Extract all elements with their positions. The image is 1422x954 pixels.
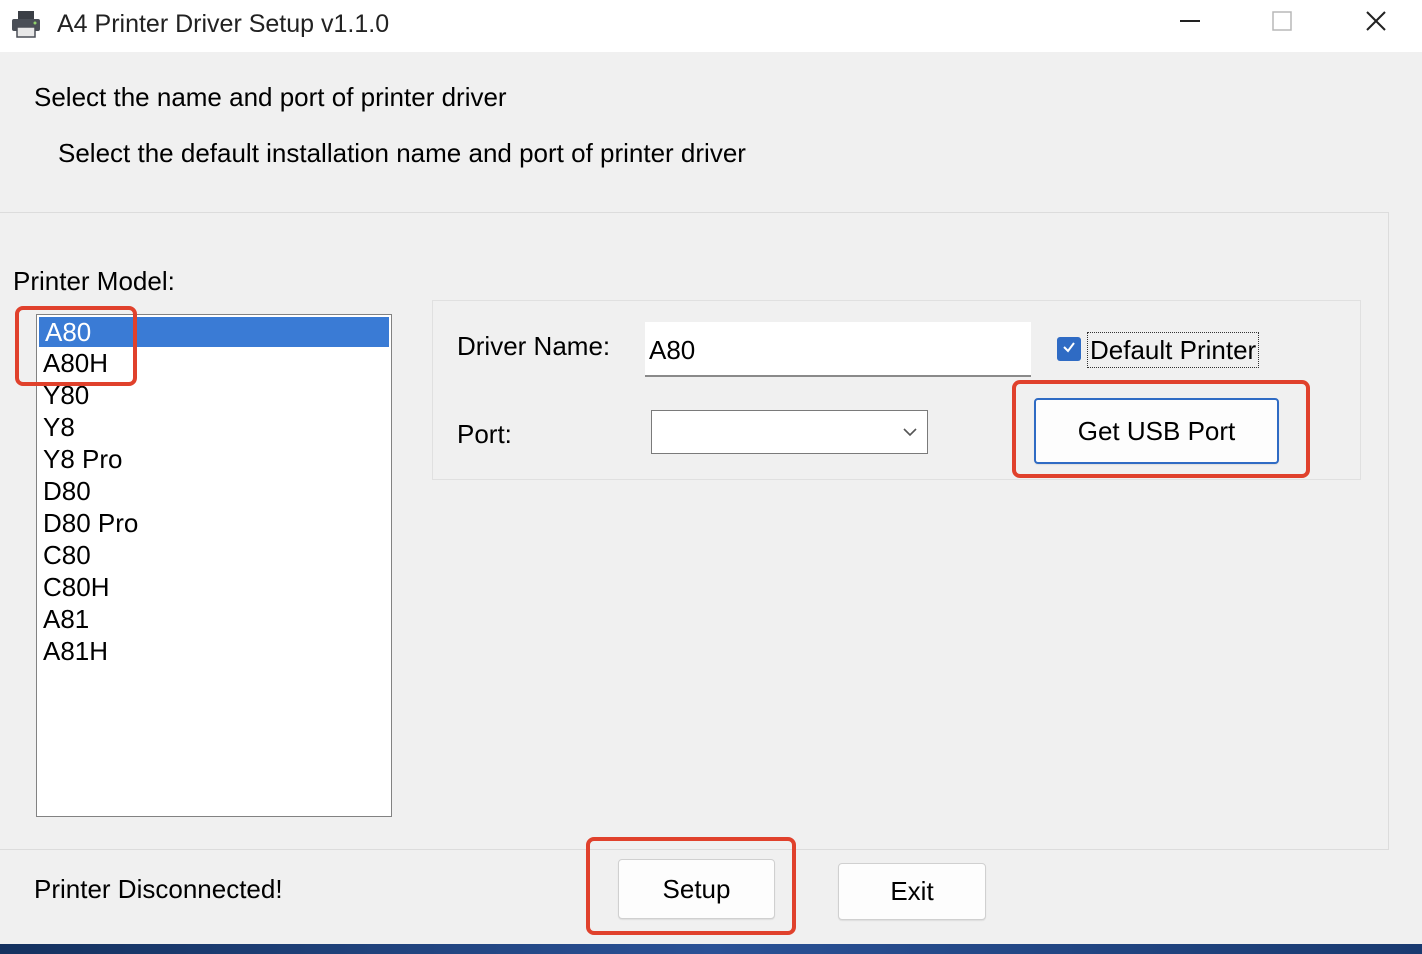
desktop-background xyxy=(0,944,1422,954)
minimize-button[interactable] xyxy=(1144,0,1236,46)
default-printer-checkbox[interactable] xyxy=(1057,337,1081,361)
exit-button[interactable]: Exit xyxy=(838,863,986,920)
setup-button[interactable]: Setup xyxy=(618,859,775,919)
printer-icon xyxy=(10,8,42,40)
port-select[interactable] xyxy=(651,410,928,454)
page-subheading: Select the default installation name and… xyxy=(58,138,746,168)
close-button[interactable] xyxy=(1330,0,1422,46)
window-title: A4 Printer Driver Setup v1.1.0 xyxy=(57,10,390,38)
list-item[interactable]: D80 xyxy=(37,475,391,507)
list-item[interactable]: A80H xyxy=(37,347,391,379)
close-icon xyxy=(1364,9,1388,38)
connection-status: Printer Disconnected! xyxy=(34,874,283,904)
list-item[interactable]: A81H xyxy=(37,635,391,667)
chevron-down-icon xyxy=(901,423,919,446)
list-item[interactable]: A80 xyxy=(39,317,389,347)
setup-window: A4 Printer Driver Setup v1.1.0 Select th… xyxy=(0,0,1422,944)
maximize-icon xyxy=(1271,10,1293,37)
maximize-button[interactable] xyxy=(1236,0,1328,46)
list-item[interactable]: C80 xyxy=(37,539,391,571)
printer-model-list[interactable]: A80 A80H Y80 Y8 Y8 Pro D80 D80 Pro C80 C… xyxy=(36,314,392,817)
list-item[interactable]: D80 Pro xyxy=(37,507,391,539)
list-item[interactable]: Y8 Pro xyxy=(37,443,391,475)
list-item[interactable]: Y8 xyxy=(37,411,391,443)
driver-name-label: Driver Name: xyxy=(457,331,611,361)
port-label: Port: xyxy=(457,419,512,449)
list-item[interactable]: A81 xyxy=(37,603,391,635)
get-usb-port-button[interactable]: Get USB Port xyxy=(1034,398,1279,464)
printer-model-label: Printer Model: xyxy=(13,266,175,296)
default-printer-label[interactable]: Default Printer xyxy=(1087,332,1260,368)
list-item[interactable]: C80H xyxy=(37,571,391,603)
page-heading: Select the name and port of printer driv… xyxy=(34,82,507,112)
minimize-icon xyxy=(1179,10,1201,37)
list-item[interactable]: Y80 xyxy=(37,379,391,411)
driver-name-input[interactable] xyxy=(645,322,1031,377)
title-bar: A4 Printer Driver Setup v1.1.0 xyxy=(0,0,1422,52)
checkmark-icon xyxy=(1061,339,1077,360)
